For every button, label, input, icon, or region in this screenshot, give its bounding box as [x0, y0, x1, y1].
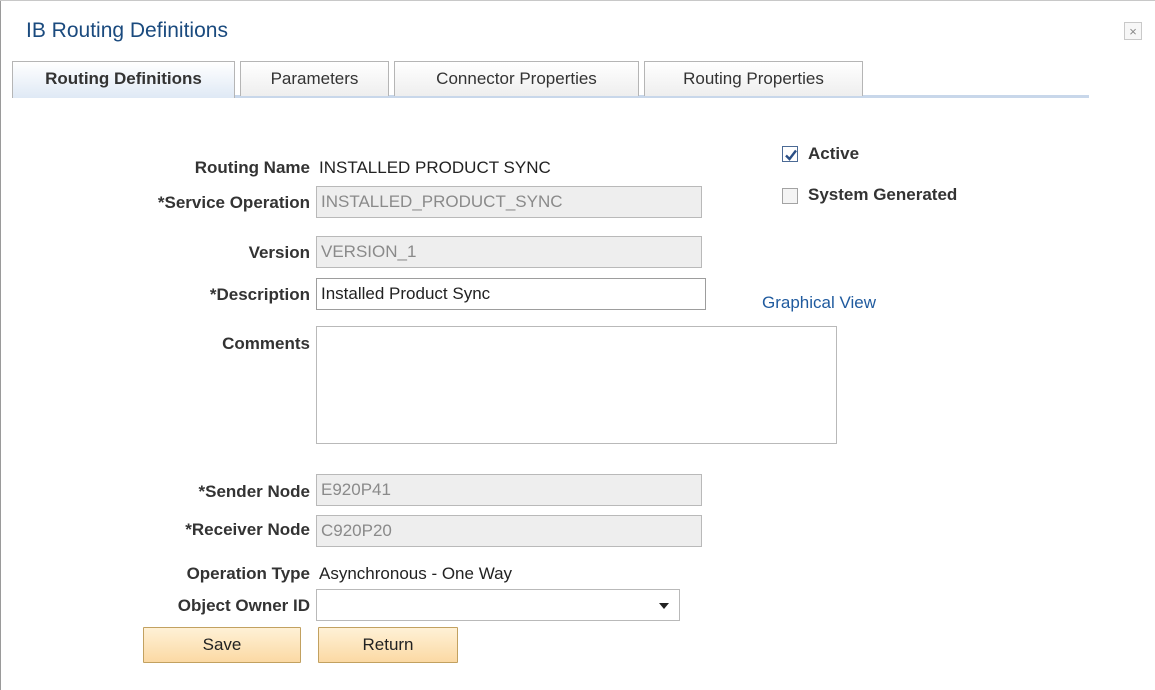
comments-label: Comments: [222, 334, 310, 353]
tab-routing-definitions[interactable]: Routing Definitions: [12, 61, 235, 98]
operation-type-label: Operation Type: [186, 564, 310, 583]
page-title: IB Routing Definitions: [26, 19, 228, 42]
active-checkbox[interactable]: [782, 146, 798, 162]
save-button[interactable]: Save: [143, 627, 301, 663]
version-field: VERSION_1: [316, 236, 702, 268]
window-top-border: [0, 0, 1155, 1]
tab-routing-properties[interactable]: Routing Properties: [644, 61, 863, 96]
checkmark-icon: [785, 149, 797, 161]
tab-connector-properties[interactable]: Connector Properties: [394, 61, 639, 96]
system-generated-label: System Generated: [808, 185, 958, 204]
routing-name-label: Routing Name: [194, 158, 310, 177]
system-generated-checkbox[interactable]: [782, 188, 798, 204]
service-operation-label: *Service Operation: [157, 193, 310, 212]
sender-node-field: E920P41: [316, 474, 702, 506]
object-owner-id-label: Object Owner ID: [177, 596, 310, 615]
routing-name-value: INSTALLED PRODUCT SYNC: [319, 158, 551, 177]
window-left-border: [0, 0, 1, 690]
graphical-view-link[interactable]: Graphical View: [762, 293, 876, 313]
chevron-down-icon[interactable]: [659, 603, 669, 609]
tab-parameters[interactable]: Parameters: [240, 61, 389, 96]
object-owner-id-select[interactable]: [316, 589, 680, 621]
description-label: *Description: [209, 285, 310, 304]
description-input[interactable]: Installed Product Sync: [316, 278, 706, 310]
version-label: Version: [248, 243, 310, 262]
receiver-node-label: *Receiver Node: [185, 520, 310, 539]
sender-node-label: *Sender Node: [198, 482, 310, 501]
service-operation-field: INSTALLED_PRODUCT_SYNC: [316, 186, 702, 218]
comments-textarea[interactable]: [316, 326, 837, 444]
active-label: Active: [808, 144, 860, 163]
operation-type-value: Asynchronous - One Way: [319, 564, 513, 583]
close-icon[interactable]: ×: [1124, 22, 1142, 40]
return-button[interactable]: Return: [318, 627, 458, 663]
receiver-node-field: C920P20: [316, 515, 702, 547]
